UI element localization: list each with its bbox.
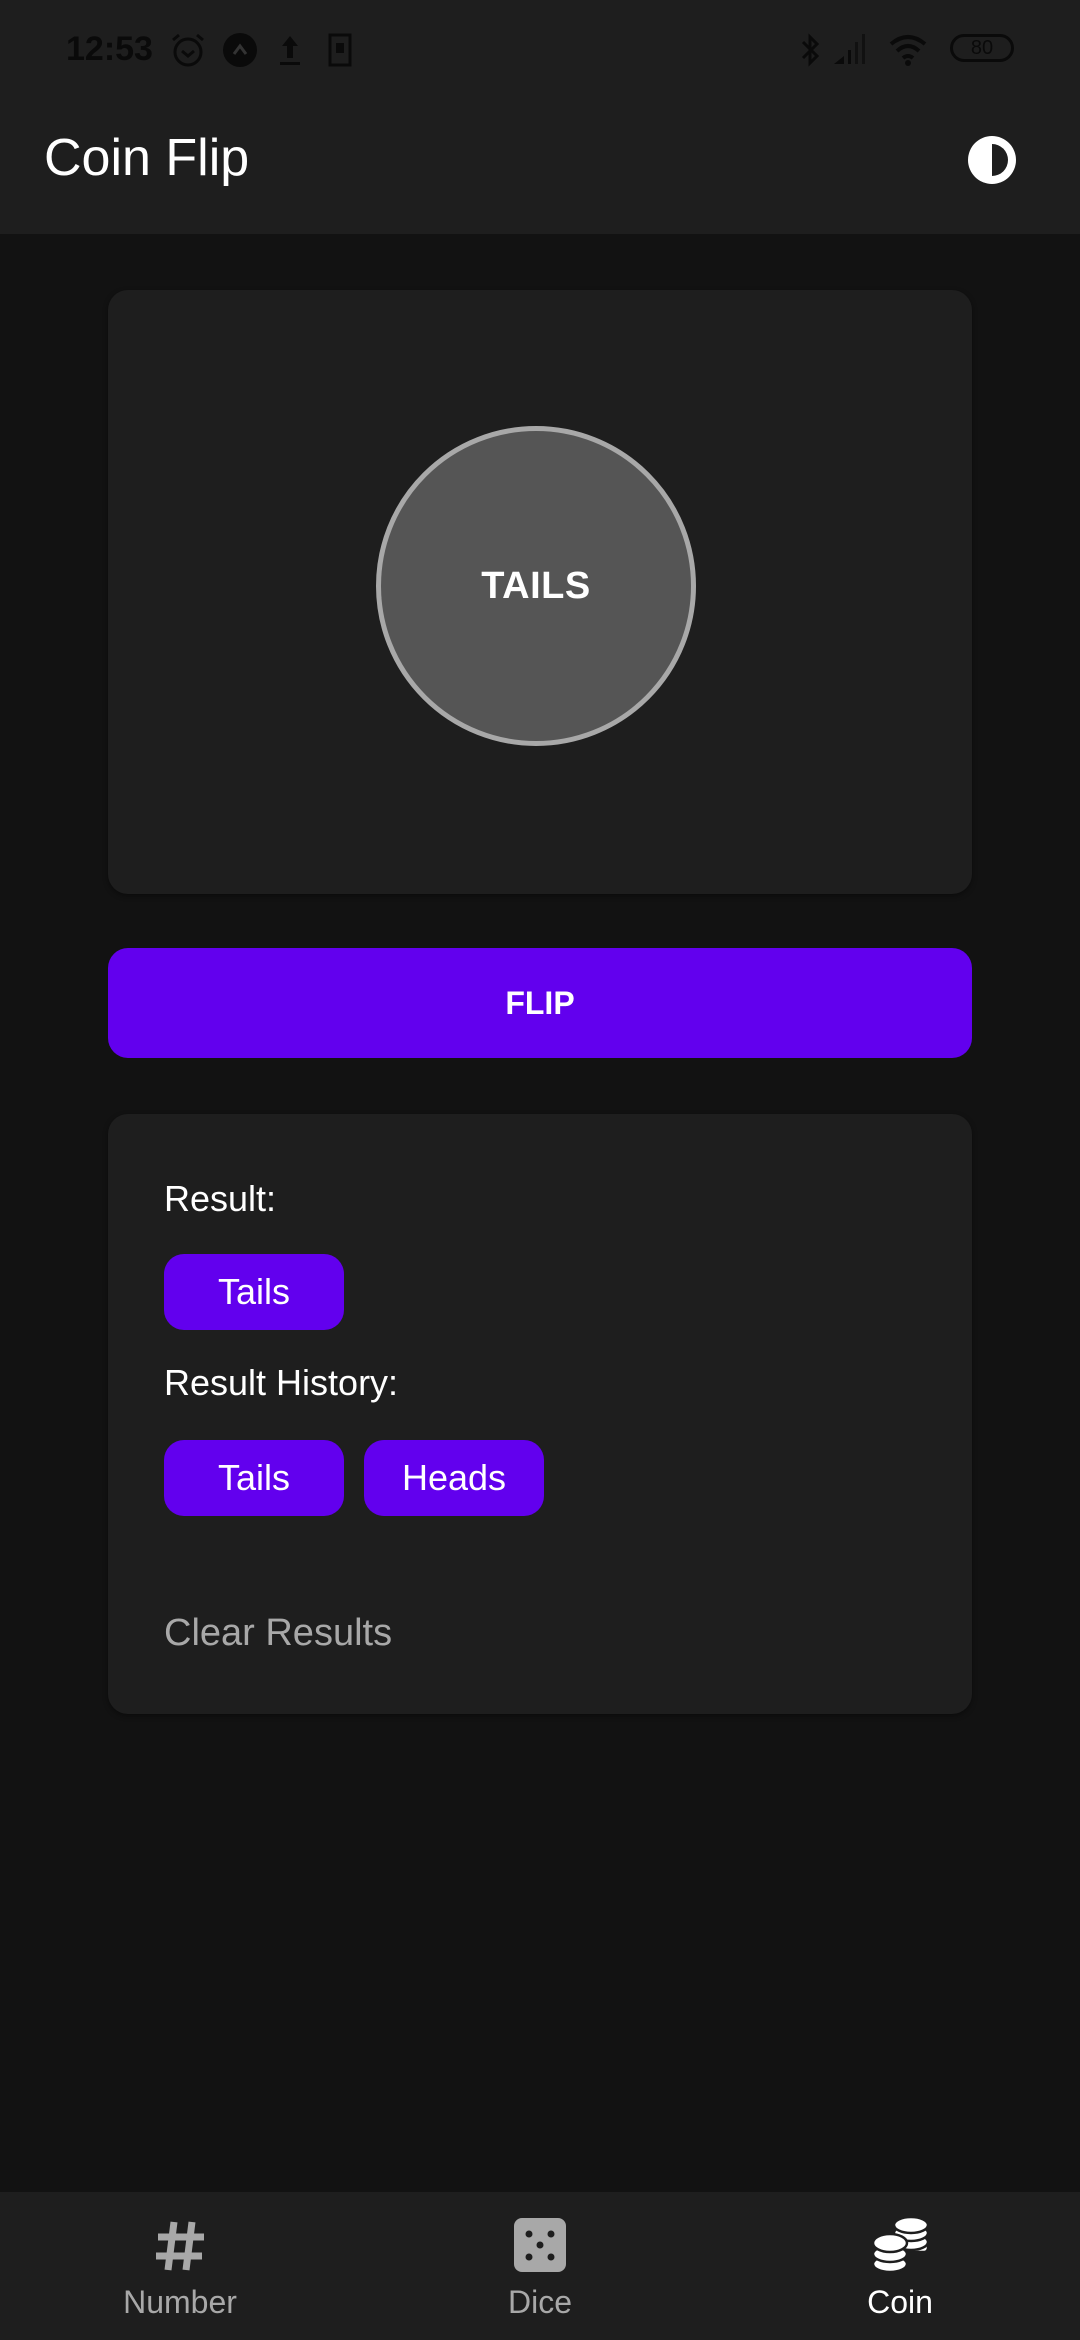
- nav-label: Coin: [867, 2284, 933, 2320]
- theme-toggle-button[interactable]: [962, 130, 1022, 190]
- history-chip: Tails: [164, 1440, 344, 1516]
- nav-item-coin[interactable]: Coin: [720, 2192, 1080, 2340]
- alarm-icon: [172, 33, 204, 67]
- history-label: Result History:: [164, 1362, 399, 1403]
- nav-label: Number: [123, 2284, 237, 2320]
- status-bar: 12:53 80: [0, 0, 1080, 100]
- battery-icon: 80: [950, 34, 1014, 62]
- status-time: 12:53: [66, 30, 153, 68]
- app-bar: Coin Flip: [0, 100, 1080, 234]
- nav-item-number[interactable]: Number: [0, 2192, 360, 2340]
- sim-icon: [328, 33, 352, 67]
- coin-face-label: TAILS: [481, 564, 591, 607]
- result-label: Result:: [164, 1178, 277, 1219]
- nav-item-dice[interactable]: Dice: [360, 2192, 720, 2340]
- results-card: Result: Tails Result History: Tails Head…: [108, 1114, 972, 1714]
- flip-button[interactable]: FLIP: [108, 948, 972, 1058]
- coins-icon: [871, 2216, 930, 2274]
- dice-icon: [514, 2218, 566, 2272]
- page-title: Coin Flip: [44, 129, 250, 187]
- current-result-chip: Tails: [164, 1254, 344, 1330]
- current-result-value: Tails: [217, 1271, 291, 1312]
- upload-icon: [280, 36, 300, 65]
- history-chip-label: Heads: [401, 1457, 507, 1498]
- signal-icon: [834, 34, 865, 64]
- app-notification-icon: [223, 33, 257, 67]
- coin[interactable]: TAILS: [376, 426, 696, 746]
- bottom-nav: Number Dice Coin: [0, 2192, 1080, 2340]
- nav-label: Dice: [507, 2284, 572, 2320]
- clear-results-button[interactable]: Clear Results: [164, 1612, 392, 1655]
- wifi-icon: [889, 35, 927, 66]
- battery-level: 80: [970, 37, 994, 59]
- bluetooth-icon: [801, 33, 820, 67]
- coin-card: TAILS: [108, 290, 972, 894]
- history-chip-label: Tails: [217, 1457, 291, 1498]
- contrast-icon: [968, 136, 1016, 184]
- hash-icon: [156, 2221, 204, 2271]
- history-chip: Heads: [364, 1440, 544, 1516]
